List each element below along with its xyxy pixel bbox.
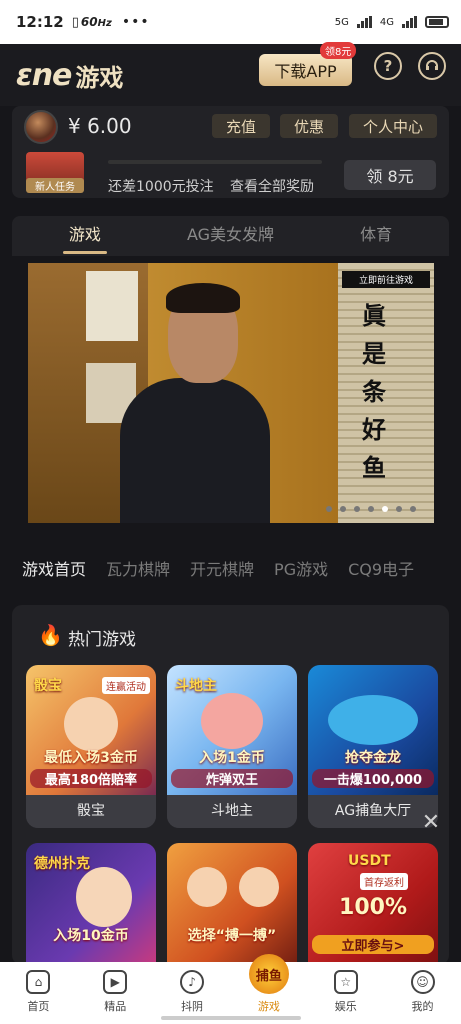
game-card-dice[interactable]: 骰宝 连赢活动 最低入场3金币 最高180倍赔率 骰宝 <box>26 665 156 828</box>
brand-logo[interactable]: ɛne <box>16 58 72 93</box>
sim1-label: 5G <box>334 16 349 28</box>
gesture-bar <box>160 1016 301 1020</box>
signal-icon-2 <box>402 16 417 28</box>
game-name: 骰宝 <box>26 795 156 828</box>
game-card-doudizhu[interactable]: 斗地主 入场1金币 炸弹双王 斗地主 <box>167 665 297 828</box>
flame-icon: 🔥 <box>38 623 63 647</box>
nav-short-video[interactable]: ♪ 抖阴 <box>154 962 231 1024</box>
hot-games-title: 热门游戏 <box>68 630 136 650</box>
category-home[interactable]: 游戏首页 <box>22 556 86 582</box>
nav-home[interactable]: ⌂ 首页 <box>0 962 77 1024</box>
tab-games[interactable]: 游戏 <box>12 216 158 256</box>
refresh-rate: 60Hz <box>80 15 112 29</box>
banner-go-to-game-tag[interactable]: 立即前往游戏 <box>342 271 430 288</box>
section-tabs: 游戏 AG美女发牌 体育 <box>12 216 449 256</box>
category-kaiyuan[interactable]: 开元棋牌 <box>190 556 254 582</box>
banner-person-body <box>120 378 270 523</box>
claim-bonus-button[interactable]: 领 8元 <box>344 160 436 190</box>
category-wali[interactable]: 瓦力棋牌 <box>106 556 170 582</box>
close-icon[interactable]: ✕ <box>420 812 442 834</box>
sim2-label: 4G <box>379 16 394 28</box>
game-name: 斗地主 <box>167 795 297 828</box>
play-icon: ▶ <box>103 970 128 994</box>
bottom-nav: ⌂ 首页 ▶ 精品 ♪ 抖阴 捕鱼 游戏 ☆ 娱乐 ☺ 我的 <box>0 954 461 1024</box>
carousel-dot[interactable] <box>368 506 374 512</box>
status-bar: 12:12 ▯ 60Hz ••• 5G 4G <box>0 0 461 44</box>
nav-me[interactable]: ☺ 我的 <box>384 962 461 1024</box>
signal-icon <box>356 16 372 28</box>
avatar[interactable] <box>24 110 58 144</box>
hot-games-panel: 🔥 热门游戏 骰宝 连赢活动 最低入场3金币 最高180倍赔率 骰宝 斗地主 入… <box>12 605 449 965</box>
game-name: AG捕鱼大厅 <box>308 795 438 828</box>
user-icon: ☺ <box>410 970 435 994</box>
more-notifications-icon: ••• <box>121 14 150 30</box>
game-category-bar: 游戏首页 瓦力棋牌 开元棋牌 PG游戏 CQ9电子 <box>22 556 461 582</box>
banner-vertical-text: 眞 是 条 好 鱼 <box>362 302 386 482</box>
new-user-mission-label: 新人任务 <box>26 178 84 193</box>
carousel-dot[interactable] <box>410 506 416 512</box>
fishing-game-icon: 捕鱼 <box>248 954 289 994</box>
banner-poster <box>86 271 138 341</box>
headset-icon[interactable] <box>418 52 446 80</box>
category-pg[interactable]: PG游戏 <box>274 556 328 582</box>
category-cq9[interactable]: CQ9电子 <box>348 556 414 582</box>
view-all-rewards-link[interactable]: 查看全部奖励 <box>230 176 314 196</box>
carousel-dot[interactable] <box>340 506 346 512</box>
music-note-icon: ♪ <box>180 970 205 994</box>
tab-sports[interactable]: 体育 <box>303 216 449 256</box>
mission-remaining-text: 还差1000元投注 <box>108 179 214 195</box>
nav-games[interactable]: 捕鱼 游戏 <box>230 954 307 1024</box>
battery-icon <box>425 16 449 28</box>
vibrate-icon: ▯ <box>71 14 79 30</box>
brand-logo-cn: 游戏 <box>75 63 124 92</box>
clock: 12:12 <box>16 13 64 31</box>
home-icon: ⌂ <box>26 970 51 994</box>
nav-featured[interactable]: ▶ 精品 <box>77 962 154 1024</box>
game-card-ag-fishing[interactable]: 抢夺金龙 一击爆100,000 AG捕鱼大厅 <box>308 665 438 828</box>
recharge-button[interactable]: 充值 <box>212 114 270 138</box>
app-header: ɛne 游戏 下载APP 领8元 ? <box>0 42 461 106</box>
balance: ¥ 6.00 <box>68 114 132 138</box>
account-panel: ¥ 6.00 充值 优惠 个人中心 新人任务 还差1000元投注 查看全部奖励 … <box>12 106 449 198</box>
banner-person-hair <box>166 283 240 313</box>
mission-progress-bar <box>108 160 322 164</box>
promotions-button[interactable]: 优惠 <box>280 114 338 138</box>
carousel-dot[interactable] <box>326 506 332 512</box>
nav-entertainment[interactable]: ☆ 娱乐 <box>307 962 384 1024</box>
carousel-dot[interactable] <box>382 506 388 512</box>
tab-ag-live[interactable]: AG美女发牌 <box>158 216 304 256</box>
star-icon: ☆ <box>333 970 358 994</box>
profile-center-button[interactable]: 个人中心 <box>349 114 437 138</box>
promo-banner[interactable]: 立即前往游戏 眞 是 条 好 鱼 <box>28 263 434 523</box>
game-card-texas-holdem[interactable]: 德州扑克 入场10金币 <box>26 843 156 965</box>
game-card-usdt-promo[interactable]: USDT 首存返利 100% 立即参与> <box>308 843 438 965</box>
download-bonus-badge: 领8元 <box>320 42 357 59</box>
carousel-dot[interactable] <box>354 506 360 512</box>
game-card-god-of-wealth[interactable]: 选择“搏一搏” <box>167 843 297 965</box>
help-icon[interactable]: ? <box>374 52 402 80</box>
carousel-dots[interactable] <box>326 506 416 512</box>
carousel-dot[interactable] <box>396 506 402 512</box>
